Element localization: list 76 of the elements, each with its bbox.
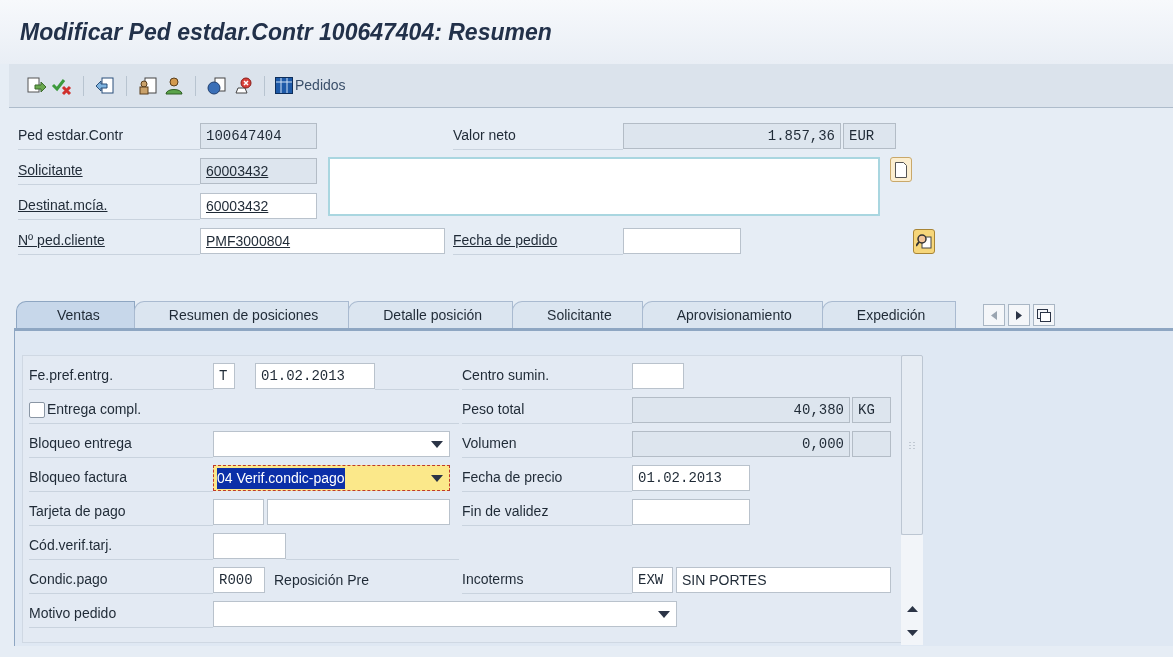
input-field: EUR <box>843 123 896 149</box>
window-title: Modificar Ped estdar.Contr 100647404: Resumen <box>20 17 552 47</box>
document-button[interactable] <box>890 157 912 182</box>
scrollbar-thumb[interactable] <box>901 355 923 535</box>
input-field: 1.857,36 <box>623 123 841 149</box>
field-label: Tarjeta de pago <box>29 502 126 521</box>
arrow-document-icon[interactable] <box>94 75 116 96</box>
tab[interactable]: Detalle posición <box>348 301 514 328</box>
input-field[interactable] <box>267 499 450 525</box>
input-field[interactable]: EXW <box>632 567 673 593</box>
tab[interactable]: Solicitante <box>512 301 643 328</box>
input-field: 0,000 <box>632 431 850 457</box>
input-field[interactable] <box>623 228 741 254</box>
caret-icon <box>431 440 443 448</box>
table-icon <box>275 77 293 94</box>
field-label: Incoterms <box>462 570 524 589</box>
tab[interactable]: Expedición <box>821 301 957 328</box>
person-icon[interactable] <box>163 75 185 96</box>
field-label[interactable]: Solicitante <box>18 160 83 181</box>
field-label: Peso total <box>462 400 525 419</box>
field-label: Volumen <box>462 434 517 453</box>
field-label: Bloqueo factura <box>29 468 128 487</box>
input-field: KG <box>852 397 891 423</box>
input-field[interactable] <box>632 499 750 525</box>
input-field[interactable] <box>213 533 286 559</box>
input-field: 40,380 <box>632 397 850 423</box>
caret-icon <box>431 474 443 482</box>
stamp-cross-icon[interactable] <box>232 75 254 96</box>
field-text: Reposición Pre <box>274 570 369 590</box>
orders-button[interactable]: Pedidos <box>275 75 346 96</box>
magnifier-document-icon <box>916 233 932 249</box>
input-field[interactable]: 01.02.2013 <box>632 465 750 491</box>
field-label: Fecha de precio <box>462 468 563 487</box>
field-label: Centro sumin. <box>462 366 550 385</box>
field-label: Cód.verif.tarj. <box>29 536 113 555</box>
field-label: Condic.pago <box>29 570 108 589</box>
search-document-button[interactable] <box>913 228 935 254</box>
caret-icon <box>658 610 670 618</box>
input-field[interactable]: 60003432 <box>200 193 317 219</box>
input-field[interactable] <box>213 499 264 525</box>
dropdown[interactable]: 04 Verif.condic-pago <box>213 465 450 491</box>
input-field[interactable] <box>632 363 684 389</box>
field-label: Ped estdar.Contr <box>18 126 124 145</box>
scroll-down-button[interactable] <box>901 621 923 645</box>
field-label: Fin de validez <box>462 502 549 521</box>
windows-icon <box>1037 308 1052 322</box>
input-field[interactable]: T <box>213 363 235 389</box>
grip-icon <box>909 441 915 449</box>
input-field[interactable]: PMF3000804 <box>200 228 445 254</box>
scroll-right-button[interactable] <box>1008 304 1031 326</box>
document-icon <box>895 161 907 178</box>
field-label: Motivo pedido <box>29 604 117 623</box>
input-field: 100647404 <box>200 123 317 149</box>
tab[interactable]: Resumen de posiciones <box>133 301 350 328</box>
field-label: Valor neto <box>453 126 516 145</box>
checkbox[interactable] <box>29 401 45 418</box>
input-field[interactable]: R000 <box>213 567 265 593</box>
input-field: 60003432 <box>200 158 317 184</box>
field-label[interactable]: Nº ped.cliente <box>18 230 105 251</box>
up-icon <box>906 606 918 612</box>
down-icon <box>906 630 918 636</box>
input-field[interactable]: 01.02.2013 <box>255 363 375 389</box>
tab[interactable]: Aprovisionamiento <box>641 301 823 328</box>
document-arrow-icon[interactable] <box>25 75 47 96</box>
input-field[interactable]: SIN PORTES <box>676 567 891 593</box>
tab-list-button[interactable] <box>1033 304 1056 326</box>
field-label: Bloqueo entrega <box>29 434 132 453</box>
field-label: Fe.pref.entrg. <box>29 366 114 385</box>
person-document-icon[interactable] <box>137 75 159 96</box>
left-icon <box>991 310 998 320</box>
checkbox-label: Entrega compl. <box>47 400 142 419</box>
input-field <box>852 431 891 457</box>
field-label[interactable]: Fecha de pedido <box>453 230 558 251</box>
right-icon <box>1016 310 1023 320</box>
field-label[interactable]: Destinat.mcía. <box>18 195 108 216</box>
tab[interactable]: Ventas <box>16 301 135 328</box>
